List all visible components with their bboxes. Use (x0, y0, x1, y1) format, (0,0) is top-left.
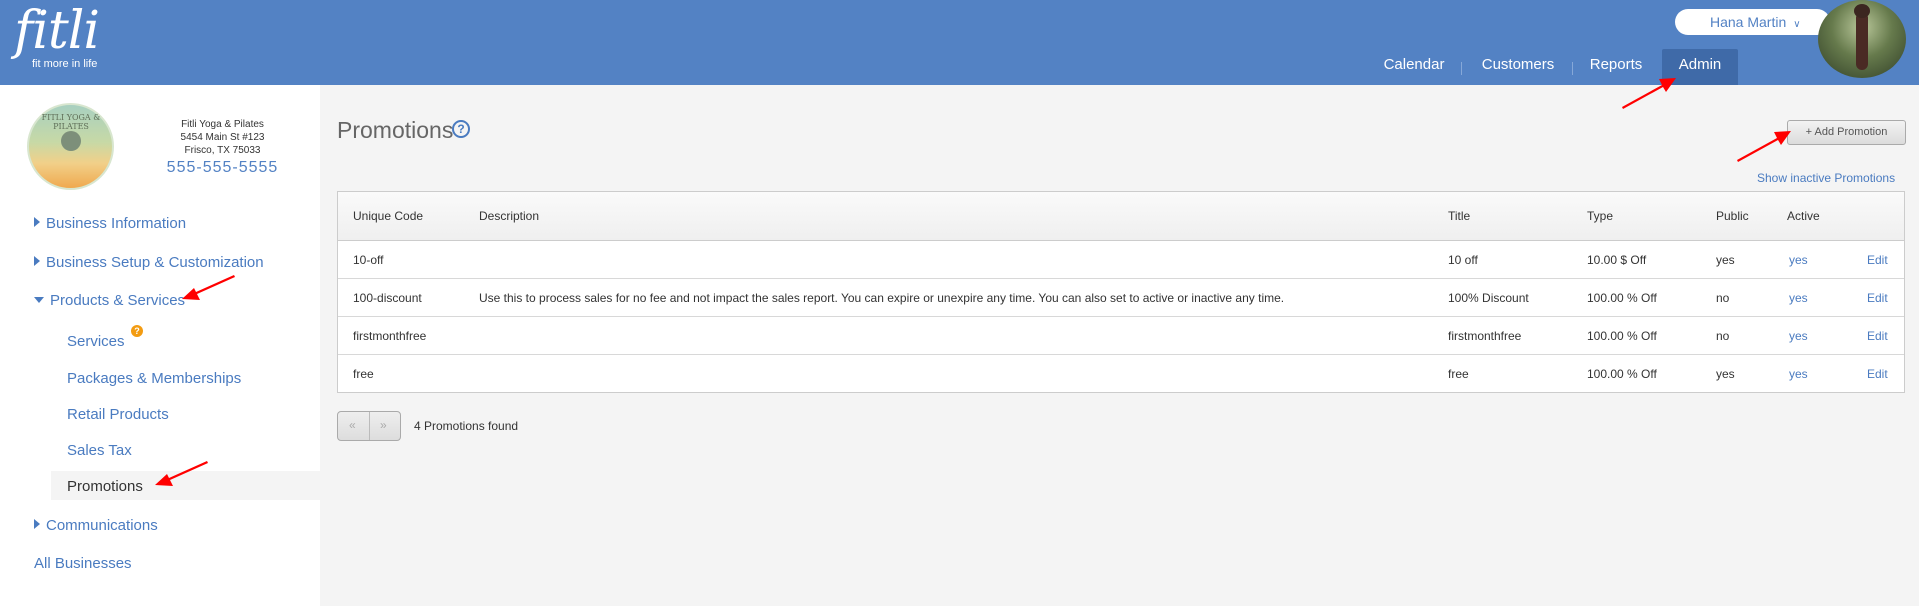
table-row: free free 100.00 % Off yes yes Edit (338, 355, 1904, 393)
promo-public: yes (1716, 367, 1735, 381)
pagination-control: « » (337, 411, 401, 441)
promo-public: no (1716, 329, 1730, 343)
promo-active-toggle[interactable]: yes (1789, 291, 1808, 305)
edit-link[interactable]: Edit (1867, 253, 1888, 267)
column-header-type[interactable]: Type (1587, 209, 1613, 223)
column-header-unique-code[interactable]: Unique Code (353, 209, 423, 223)
promo-active-toggle[interactable]: yes (1789, 367, 1808, 381)
promo-type: 100.00 % Off (1587, 367, 1657, 381)
promo-description: Use this to process sales for no fee and… (479, 291, 1285, 305)
annotation-arrow-admin (1622, 78, 1676, 109)
column-header-active[interactable]: Active (1787, 209, 1820, 223)
promo-title: 10 off (1448, 253, 1478, 267)
business-phone[interactable]: 555-555-5555 (160, 157, 285, 179)
sidebar-item-business-setup[interactable]: Business Setup & Customization (34, 253, 264, 273)
fitli-logo[interactable]: fitli fit more in life (14, 1, 100, 70)
caret-down-icon (34, 297, 44, 303)
business-city: Frisco, TX 75033 (184, 145, 261, 156)
edit-link[interactable]: Edit (1867, 367, 1888, 381)
business-logo-lettering: FITLI YOGA & PILATES (41, 113, 101, 131)
column-header-public[interactable]: Public (1716, 209, 1749, 223)
results-count: 4 Promotions found (414, 419, 519, 433)
table-row: firstmonthfree firstmonthfree 100.00 % O… (338, 317, 1904, 355)
previous-page-button[interactable]: « (349, 418, 356, 432)
user-name: Hana Martin (1710, 14, 1787, 30)
logo-wordmark: fitli (14, 1, 100, 61)
promo-type: 10.00 $ Off (1587, 253, 1647, 267)
table-header: Unique Code Description Title Type Publi… (338, 192, 1904, 241)
business-name: Fitli Yoga & Pilates (181, 119, 264, 130)
promo-code: 10-off (353, 253, 384, 267)
add-promotion-button[interactable]: + Add Promotion (1787, 120, 1906, 145)
table-row: 100-discount Use this to process sales f… (338, 279, 1904, 317)
sidebar-item-products-services[interactable]: Products & Services (34, 291, 185, 311)
promo-code: free (353, 367, 374, 381)
avatar[interactable] (1818, 0, 1906, 78)
caret-right-icon (34, 519, 40, 529)
business-address: 5454 Main St #123 (180, 132, 265, 143)
chevron-down-icon: ∨ (1793, 19, 1801, 30)
user-menu[interactable]: Hana Martin ∨ (1675, 9, 1830, 35)
top-header: fitli fit more in life Hana Martin ∨ Cale… (0, 0, 1919, 85)
annotation-arrow-products-services (182, 275, 235, 300)
sidebar-item-communications[interactable]: Communications (34, 516, 158, 536)
promo-active-toggle[interactable]: yes (1789, 329, 1808, 343)
admin-sidebar: FITLI YOGA & PILATES Fitli Yoga & Pilate… (0, 85, 320, 606)
column-header-title[interactable]: Title (1448, 209, 1470, 223)
edit-link[interactable]: Edit (1867, 329, 1888, 343)
promo-title: 100% Discount (1448, 291, 1529, 305)
nav-calendar[interactable]: Calendar (1371, 49, 1457, 85)
nav-divider (1572, 62, 1573, 75)
annotation-arrow-add-promotion (1737, 131, 1791, 162)
logo-tagline: fit more in life (32, 58, 98, 70)
caret-right-icon (34, 217, 40, 227)
nav-customers[interactable]: Customers (1470, 49, 1566, 85)
services-notice-badge: ? (131, 325, 143, 337)
business-info-block: Fitli Yoga & Pilates 5454 Main St #123 F… (160, 118, 285, 179)
avatar-photo (1854, 4, 1870, 70)
sidebar-subitem-retail[interactable]: Retail Products (67, 405, 169, 425)
annotation-arrow-promotions (155, 461, 208, 486)
page-title: Promotions (337, 117, 454, 143)
sidebar-subitem-promotions[interactable]: Promotions (67, 477, 143, 497)
promo-public: no (1716, 291, 1730, 305)
promo-title: firstmonthfree (1448, 329, 1522, 343)
promo-code: 100-discount (353, 291, 422, 305)
column-header-description[interactable]: Description (479, 209, 539, 223)
nav-divider (1461, 62, 1462, 75)
promo-code: firstmonthfree (353, 329, 427, 343)
promo-type: 100.00 % Off (1587, 291, 1657, 305)
sidebar-item-all-businesses[interactable]: All Businesses (34, 554, 132, 574)
business-logo: FITLI YOGA & PILATES (27, 103, 114, 190)
show-inactive-promotions-link[interactable]: Show inactive Promotions (1757, 171, 1895, 185)
promo-public: yes (1716, 253, 1735, 267)
meditation-figure-icon (61, 131, 81, 151)
help-icon[interactable]: ? (452, 120, 470, 138)
pager-divider (369, 412, 370, 440)
caret-right-icon (34, 256, 40, 266)
table-row: 10-off 10 off 10.00 $ Off yes yes Edit (338, 241, 1904, 279)
edit-link[interactable]: Edit (1867, 291, 1888, 305)
sidebar-subitem-services[interactable]: Services (67, 332, 125, 352)
promo-type: 100.00 % Off (1587, 329, 1657, 343)
sidebar-item-business-information[interactable]: Business Information (34, 214, 186, 234)
sidebar-subitem-sales-tax[interactable]: Sales Tax (67, 441, 132, 461)
sidebar-subitem-packages[interactable]: Packages & Memberships (67, 369, 241, 389)
promo-title: free (1448, 367, 1469, 381)
next-page-button[interactable]: » (380, 418, 387, 432)
promotions-table: Unique Code Description Title Type Publi… (337, 191, 1905, 393)
promo-active-toggle[interactable]: yes (1789, 253, 1808, 267)
